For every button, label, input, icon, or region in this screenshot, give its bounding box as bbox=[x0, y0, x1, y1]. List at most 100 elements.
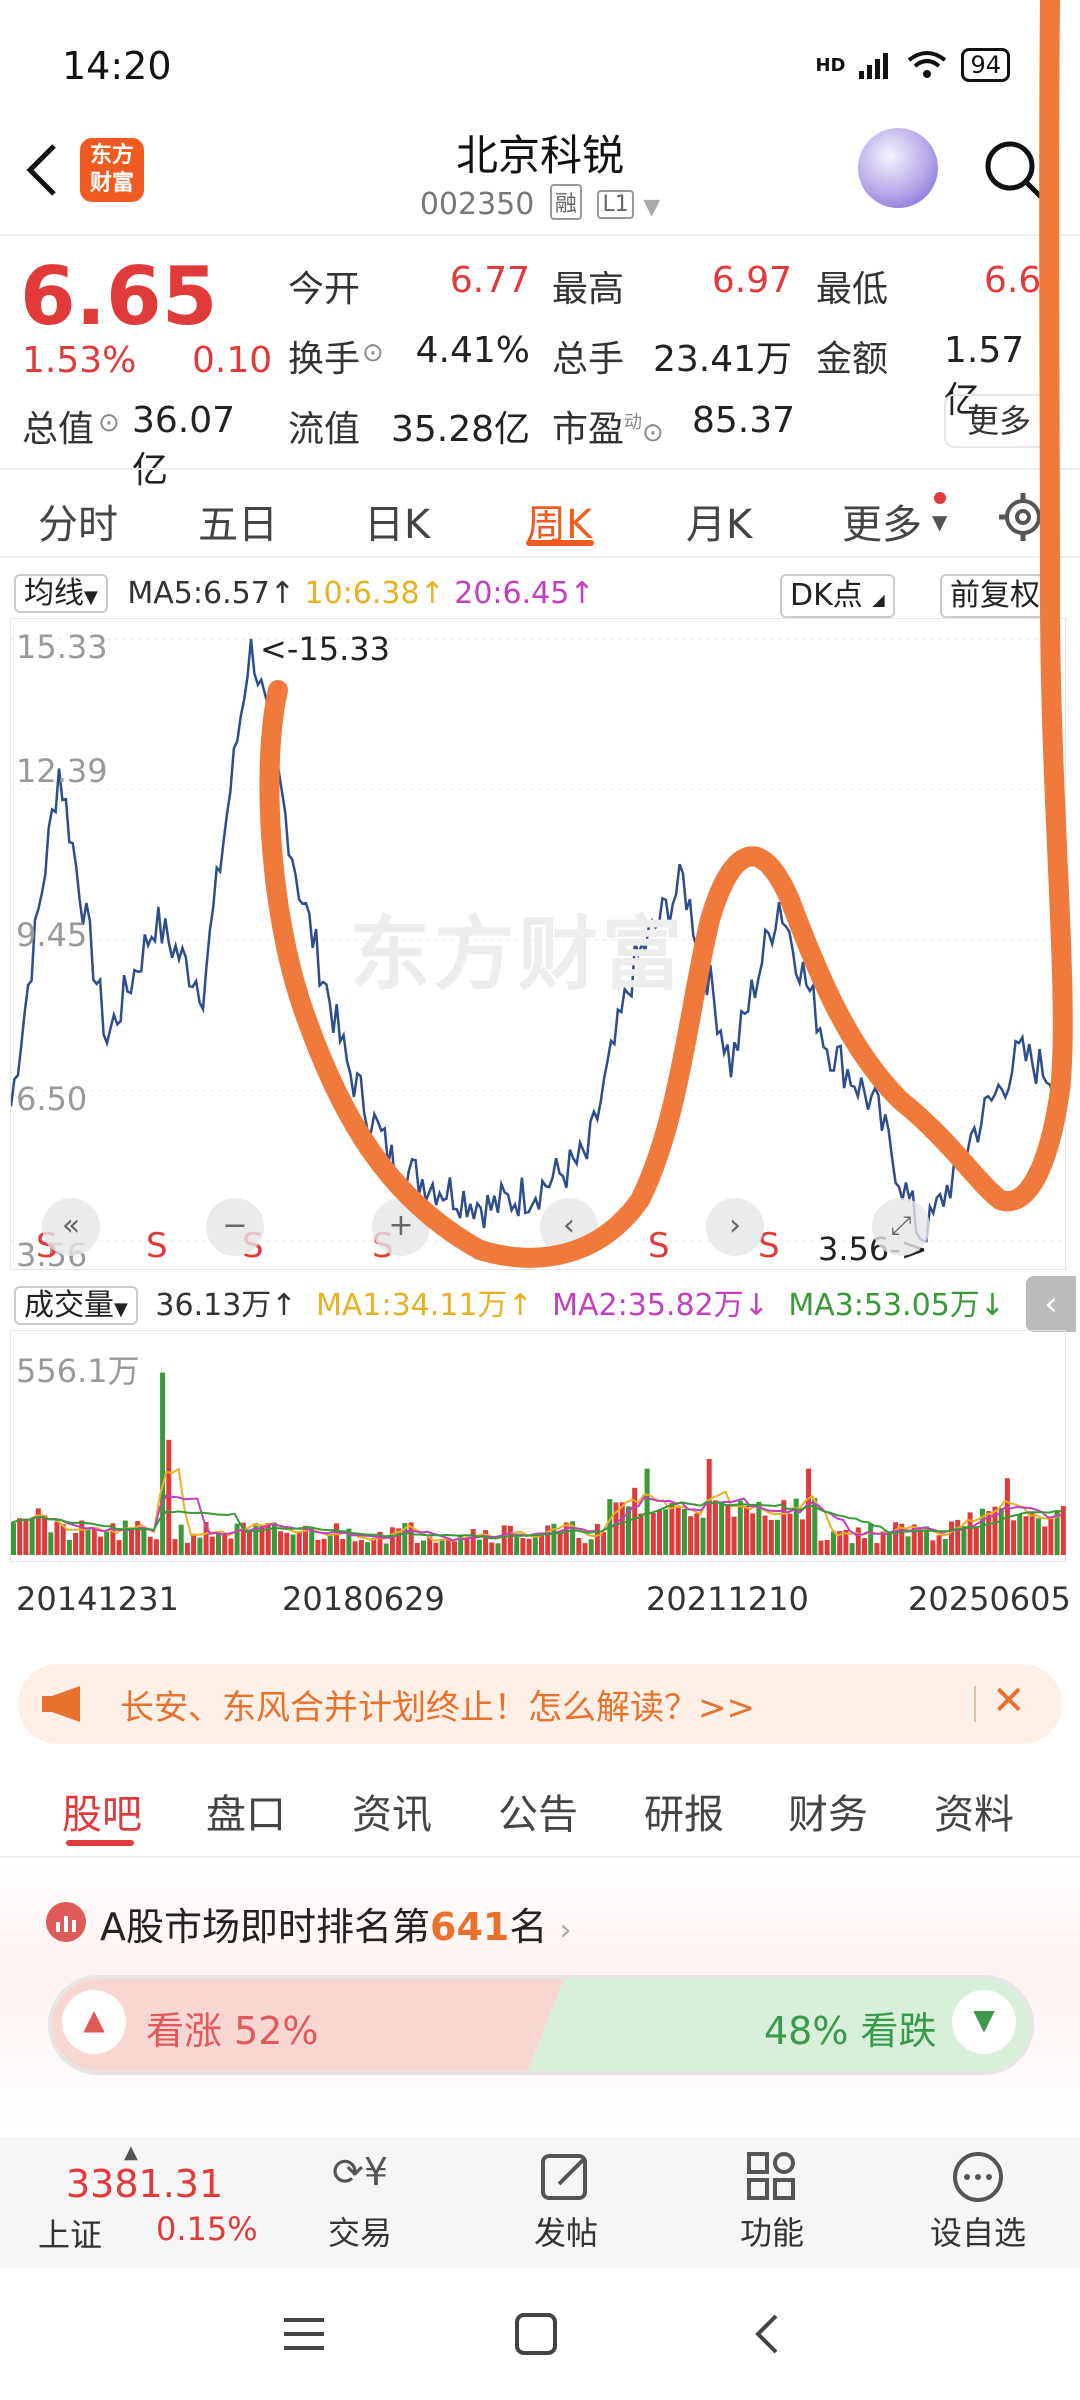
info-icon[interactable]: ⊙ bbox=[98, 408, 120, 438]
volume-bar bbox=[588, 1539, 594, 1555]
volume-bar bbox=[768, 1519, 774, 1555]
banner-text[interactable]: 长安、东风合并计划终止！怎么解读？>> bbox=[120, 1680, 755, 1729]
nav-post-label: 发帖 bbox=[533, 2214, 598, 2252]
tab-daily-k[interactable]: 日K bbox=[364, 492, 430, 550]
tab-forum[interactable]: 股吧 bbox=[62, 1782, 142, 1840]
volume-bar bbox=[433, 1542, 439, 1555]
caret-down-icon: ▼ bbox=[84, 587, 98, 608]
scroll-right-button[interactable]: › bbox=[706, 1198, 764, 1256]
tab-news[interactable]: 资讯 bbox=[352, 1782, 432, 1840]
info-icon[interactable]: ⊙ bbox=[362, 338, 384, 368]
zoom-out-button[interactable]: − bbox=[206, 1198, 264, 1256]
stock-code: 002350 bbox=[419, 187, 535, 222]
index-value[interactable]: 3381.31 bbox=[66, 2162, 223, 2206]
scroll-left-fast-button[interactable]: « bbox=[42, 1198, 100, 1256]
volume-bar bbox=[1017, 1514, 1023, 1555]
volume-bar bbox=[893, 1522, 899, 1555]
adjust-button[interactable]: 前复权 bbox=[940, 574, 1050, 618]
volume-bar bbox=[719, 1502, 725, 1555]
volume-bar bbox=[23, 1518, 29, 1555]
tab-monthly-k[interactable]: 月K bbox=[686, 492, 752, 550]
nav-functions-label: 功能 bbox=[739, 2214, 804, 2252]
pe-value: 85.37 bbox=[692, 400, 796, 441]
volume-bar bbox=[694, 1513, 700, 1555]
caret-down-icon: ▼ bbox=[114, 1299, 128, 1320]
nav-post[interactable]: 发帖 bbox=[506, 2150, 626, 2254]
vote-down-label[interactable]: 48% 看跌 bbox=[764, 2000, 937, 2055]
collapse-panel-button[interactable]: ‹ bbox=[1026, 1276, 1076, 1332]
volume-bar bbox=[917, 1528, 923, 1555]
close-icon[interactable]: ✕ bbox=[992, 1678, 1026, 1724]
caret-down-icon: ▼ bbox=[643, 195, 661, 220]
ma-indicator-row: 均线▼ MA5:6.57↑ 10:6.38↑ 20:6.45↑ bbox=[14, 570, 594, 618]
more-quote-button[interactable]: 更多 bbox=[944, 394, 1054, 448]
volume-dropdown-label: 成交量 bbox=[24, 1288, 114, 1323]
volume-bar bbox=[1048, 1517, 1054, 1555]
network-label: HD bbox=[815, 54, 846, 76]
info-icon[interactable]: ⊙ bbox=[642, 418, 664, 448]
volume-bar bbox=[868, 1523, 874, 1555]
volume-bar bbox=[949, 1521, 954, 1555]
banner-divider bbox=[974, 1686, 976, 1722]
home-icon[interactable] bbox=[514, 2312, 558, 2360]
volume-bar bbox=[414, 1542, 420, 1555]
tab-intraday[interactable]: 分时 bbox=[38, 492, 118, 550]
y-axis-label: 9.45 bbox=[16, 916, 88, 954]
zoom-in-button[interactable]: + bbox=[372, 1198, 430, 1256]
back-nav-icon[interactable] bbox=[752, 2312, 782, 2360]
nav-watchlist[interactable]: 设自选 bbox=[918, 2150, 1038, 2254]
nav-trade[interactable]: ⟳¥ 交易 bbox=[300, 2150, 420, 2254]
volume-bar bbox=[601, 1532, 607, 1555]
volume-bar bbox=[470, 1529, 476, 1555]
volume-chart[interactable] bbox=[10, 1330, 1066, 1562]
volume-bar bbox=[507, 1525, 513, 1555]
change-amount: 0.10 bbox=[192, 340, 273, 381]
ranking-text[interactable]: A股市场即时排名第641名 › bbox=[100, 1896, 571, 1951]
caret-up-icon: ▲ bbox=[124, 2142, 138, 2163]
volume-bar bbox=[638, 1513, 644, 1555]
vote-up-button[interactable]: ▲ bbox=[62, 1990, 126, 2054]
info-tabs-divider bbox=[0, 1856, 1080, 1858]
nav-functions[interactable]: 功能 bbox=[712, 2150, 832, 2254]
vol-ma1: MA1:34.11万 bbox=[315, 1288, 508, 1323]
settings-button[interactable] bbox=[996, 490, 1050, 548]
volume-dropdown[interactable]: 成交量▼ bbox=[14, 1286, 138, 1325]
tab-more[interactable]: 更多 bbox=[842, 492, 922, 550]
volume-bar bbox=[389, 1527, 395, 1555]
volume-bar bbox=[688, 1516, 694, 1555]
tab-orderbook[interactable]: 盘口 bbox=[206, 1782, 286, 1840]
date-label: 20180629 bbox=[282, 1580, 445, 1618]
quote-divider bbox=[0, 468, 1080, 470]
gear-icon bbox=[999, 493, 1047, 541]
volume-bar bbox=[967, 1512, 973, 1555]
low-value: 6.6 bbox=[984, 260, 1042, 301]
tab-financials[interactable]: 财务 bbox=[788, 1782, 868, 1840]
up-arrow-icon: ↑ bbox=[271, 1288, 297, 1323]
fullscreen-button[interactable]: ⤢ bbox=[872, 1198, 930, 1256]
dk-point-button[interactable]: DK点 ◢ bbox=[780, 574, 895, 618]
menu-icon[interactable] bbox=[282, 2314, 326, 2358]
volume-bar bbox=[936, 1535, 942, 1555]
tab-five-day[interactable]: 五日 bbox=[198, 492, 278, 550]
info-tab-indicator bbox=[66, 1840, 134, 1846]
ranking-suffix: 名 bbox=[509, 1905, 548, 1949]
vote-up-label[interactable]: 看涨 52% bbox=[146, 2000, 319, 2055]
volume-bar bbox=[11, 1523, 16, 1555]
tab-research[interactable]: 研报 bbox=[644, 1782, 724, 1840]
volume-bar bbox=[147, 1536, 153, 1555]
scroll-left-button[interactable]: ‹ bbox=[540, 1198, 598, 1256]
volume-bar bbox=[122, 1520, 128, 1555]
volume-bar bbox=[1035, 1518, 1041, 1555]
volume-bar bbox=[663, 1509, 669, 1555]
volume-chart-svg bbox=[10, 1372, 1066, 1555]
tab-profile[interactable]: 资料 bbox=[934, 1782, 1014, 1840]
volume-bar bbox=[644, 1468, 650, 1555]
search-button[interactable] bbox=[982, 138, 1048, 204]
assistant-robot-icon[interactable] bbox=[858, 128, 938, 208]
chevron-right-icon: › bbox=[559, 1913, 572, 1948]
vote-down-button[interactable]: ▼ bbox=[952, 1990, 1016, 2054]
volume-bar bbox=[383, 1543, 389, 1555]
ma-dropdown[interactable]: 均线▼ bbox=[14, 574, 108, 613]
tabs-divider bbox=[0, 556, 1080, 558]
tab-announcements[interactable]: 公告 bbox=[498, 1782, 578, 1840]
